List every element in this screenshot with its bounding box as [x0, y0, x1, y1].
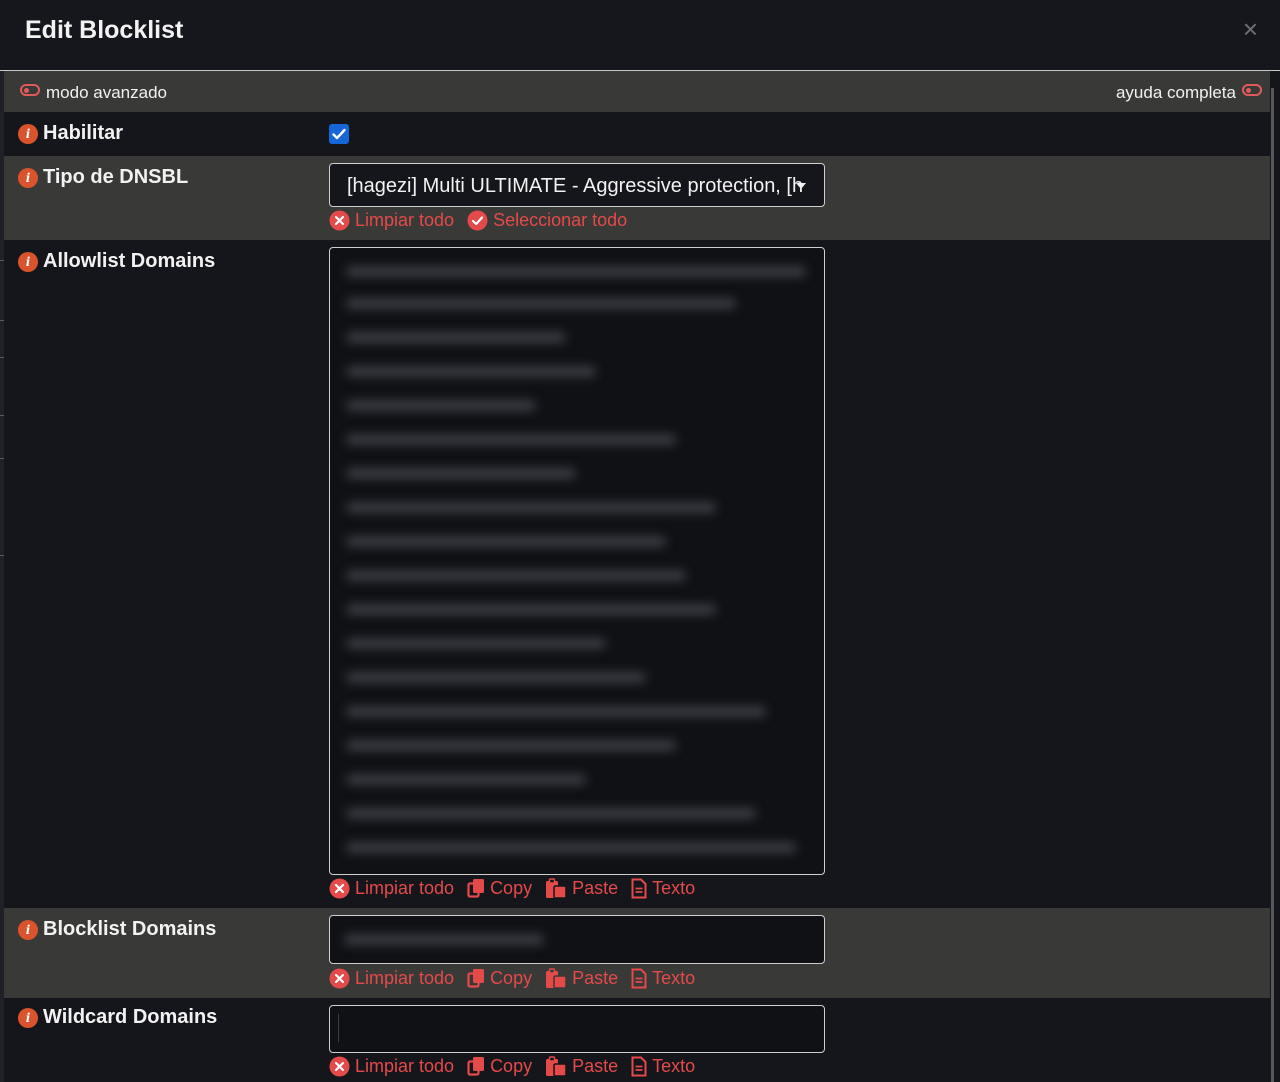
clear-circle-icon	[329, 1056, 350, 1077]
clear-circle-icon	[329, 210, 350, 231]
select-all-button[interactable]: Seleccionar todo	[467, 210, 627, 231]
paste-button[interactable]: Paste	[545, 1056, 618, 1077]
file-text-icon	[631, 968, 647, 989]
wildcard-label: Wildcard Domains	[43, 1006, 218, 1028]
wildcard-actions: Limpiar todo Copy Paste Texto	[329, 1056, 708, 1077]
allowlist-label: Allowlist Domains	[43, 250, 216, 272]
dnsbl-type-label-group: i Tipo de DNSBL	[18, 166, 188, 189]
dnsbl-type-actions: Limpiar todo Seleccionar todo	[329, 210, 640, 231]
file-text-icon	[631, 1056, 647, 1077]
blocklist-textarea[interactable]	[329, 915, 825, 964]
paste-button[interactable]: Paste	[545, 878, 618, 899]
enabled-label: Habilitar	[43, 122, 124, 144]
dialog-header: Edit Blocklist ×	[0, 0, 1280, 71]
text-button[interactable]: Texto	[631, 968, 695, 989]
row-enabled: i Habilitar	[4, 112, 1270, 156]
row-allowlist: i Allowlist Domains Limpiar todo Copy Pa…	[4, 240, 1270, 908]
row-wildcard: i Wildcard Domains Limpiar todo Copy Pas…	[4, 998, 1270, 1082]
enabled-checkbox[interactable]	[329, 124, 349, 144]
info-icon[interactable]: i	[18, 167, 38, 188]
row-blocklist: i Blocklist Domains Limpiar todo Copy Pa…	[4, 908, 1270, 998]
copy-icon	[467, 879, 485, 898]
scrollbar[interactable]	[1271, 88, 1274, 1082]
blocklist-actions: Limpiar todo Copy Paste Texto	[329, 968, 708, 989]
toolbar-row: modo avanzado ayuda completa	[4, 71, 1270, 112]
info-icon[interactable]: i	[18, 1007, 38, 1028]
advanced-mode-toggle[interactable]	[20, 84, 40, 96]
clear-circle-icon	[329, 968, 350, 989]
copy-button[interactable]: Copy	[467, 1056, 532, 1077]
info-icon[interactable]: i	[18, 123, 38, 144]
paste-icon	[546, 968, 567, 989]
copy-icon	[467, 1057, 485, 1076]
advanced-mode-label[interactable]: modo avanzado	[46, 83, 167, 103]
dialog-title: Edit Blocklist	[25, 16, 184, 44]
caret-down-icon	[796, 183, 806, 189]
file-text-icon	[631, 878, 647, 899]
copy-icon	[467, 969, 485, 988]
wildcard-label-group: i Wildcard Domains	[18, 1006, 217, 1029]
info-icon[interactable]: i	[18, 251, 38, 272]
clear-all-button[interactable]: Limpiar todo	[329, 968, 454, 989]
close-button[interactable]: ×	[1243, 16, 1258, 42]
paste-button[interactable]: Paste	[545, 968, 618, 989]
blocklist-label: Blocklist Domains	[43, 918, 217, 940]
full-help-toggle[interactable]	[1242, 84, 1262, 96]
dnsbl-type-label: Tipo de DNSBL	[43, 166, 189, 188]
info-icon[interactable]: i	[18, 919, 38, 940]
dnsbl-type-selected: [hagezi] Multi ULTIMATE - Aggressive pro…	[347, 175, 804, 197]
text-button[interactable]: Texto	[631, 878, 695, 899]
clear-all-button[interactable]: Limpiar todo	[329, 210, 454, 231]
dnsbl-type-select[interactable]: [hagezi] Multi ULTIMATE - Aggressive pro…	[329, 163, 825, 207]
wildcard-textarea[interactable]	[329, 1005, 825, 1053]
row-dnsbl-type: i Tipo de DNSBL [hagezi] Multi ULTIMATE …	[4, 156, 1270, 240]
paste-icon	[546, 1056, 567, 1077]
blocklist-label-group: i Blocklist Domains	[18, 918, 216, 941]
text-button[interactable]: Texto	[631, 1056, 695, 1077]
full-help-label[interactable]: ayuda completa	[1116, 83, 1236, 103]
check-circle-icon	[467, 210, 488, 231]
clear-all-button[interactable]: Limpiar todo	[329, 878, 454, 899]
enabled-label-group: i Habilitar	[18, 122, 123, 145]
allowlist-label-group: i Allowlist Domains	[18, 250, 215, 273]
check-icon	[332, 128, 346, 140]
clear-all-button[interactable]: Limpiar todo	[329, 1056, 454, 1077]
copy-button[interactable]: Copy	[467, 878, 532, 899]
clear-circle-icon	[329, 878, 350, 899]
paste-icon	[546, 878, 567, 899]
allowlist-textarea[interactable]	[329, 247, 825, 875]
copy-button[interactable]: Copy	[467, 968, 532, 989]
allowlist-actions: Limpiar todo Copy Paste Texto	[329, 878, 708, 899]
